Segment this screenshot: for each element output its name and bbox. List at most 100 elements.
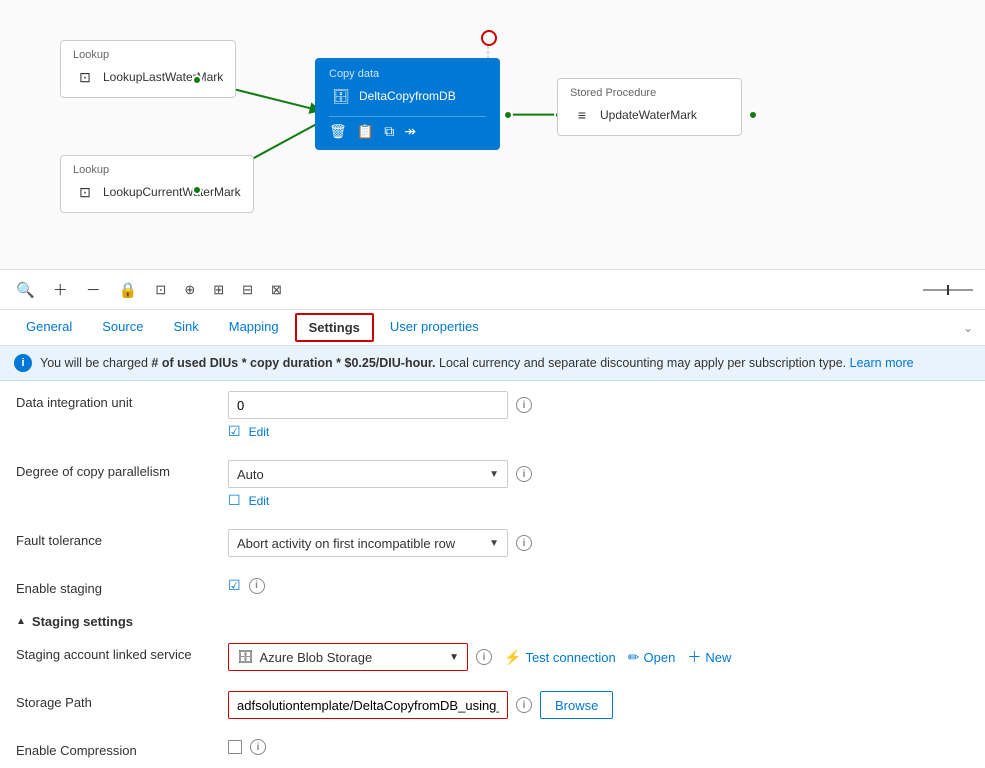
setting-row-diu: Data integration unit i ☑ Edit <box>16 381 969 450</box>
grid-icon[interactable]: ⊟ <box>238 280 257 300</box>
info-banner: i You will be charged # of used DIUs * c… <box>0 346 985 381</box>
node-connect-icon[interactable]: ↠ <box>404 123 416 140</box>
node-lookup1[interactable]: Lookup ⊡ LookupLastWaterMark <box>60 40 236 98</box>
node-copy-icon[interactable]: 📋 <box>357 123 374 140</box>
staging-ls-actions: ⚡ Test connection ✏ Open ＋ New <box>504 647 731 667</box>
fit-screen-icon[interactable]: ⊡ <box>151 280 170 300</box>
info-icon: i <box>14 354 32 372</box>
node-stored1-icon: ≡ <box>570 103 594 127</box>
enable-compression-control: i <box>228 739 969 755</box>
tab-mapping[interactable]: Mapping <box>215 311 293 344</box>
enable-compression-info-icon[interactable]: i <box>250 739 266 755</box>
staging-settings-header: ▲ Staging settings <box>16 606 969 633</box>
enable-staging-control: ☑ i <box>228 577 969 594</box>
open-label: Open <box>644 650 676 665</box>
settings-panel: Data integration unit i ☑ Edit Degree of… <box>0 381 985 768</box>
setting-row-enable-staging: Enable staging ☑ i <box>16 567 969 606</box>
parallelism-dropdown[interactable]: Auto ▼ Auto12481632 <box>228 460 508 488</box>
info-text: You will be charged # of used DIUs * cop… <box>40 356 914 370</box>
setting-row-parallelism: Degree of copy parallelism Auto ▼ Auto12… <box>16 450 969 519</box>
node-lookup2[interactable]: Lookup ⊡ LookupCurrentWaterMark <box>60 155 254 213</box>
conn-dot-stored-right <box>748 110 758 120</box>
tab-sink[interactable]: Sink <box>159 311 212 344</box>
node-delete-icon[interactable]: 🗑 <box>329 123 347 140</box>
node-lookup2-icon: ⊡ <box>73 180 97 204</box>
node-stored1-name: UpdateWaterMark <box>600 108 697 122</box>
enable-compression-checkbox[interactable] <box>228 740 242 754</box>
open-icon: ✏ <box>628 649 640 666</box>
search-icon[interactable]: 🔍 <box>12 279 39 301</box>
tab-settings[interactable]: Settings <box>295 313 374 342</box>
panel-collapse-icon[interactable]: ⌄ <box>963 321 973 335</box>
node-copy1-type: Copy data <box>329 68 486 80</box>
parallelism-label: Degree of copy parallelism <box>16 460 216 479</box>
test-connection-label: Test connection <box>525 650 615 665</box>
enable-staging-checkbox[interactable]: ☑ <box>228 577 241 594</box>
staging-ls-control: 🗄 Azure Blob Storage ▼ i ⚡ Test connecti… <box>228 643 969 671</box>
enable-staging-info-icon[interactable]: i <box>249 578 265 594</box>
node-lookup1-name: LookupLastWaterMark <box>103 70 223 84</box>
staging-ls-info-icon[interactable]: i <box>476 649 492 665</box>
node-lookup1-icon: ⊡ <box>73 65 97 89</box>
diu-edit-link[interactable]: Edit <box>249 425 270 439</box>
activity-tabs: General Source Sink Mapping Settings Use… <box>0 310 985 346</box>
staging-ls-label: Staging account linked service <box>16 643 216 662</box>
node-copy1-name: DeltaCopyfromDB <box>359 89 456 103</box>
staging-chevron-icon[interactable]: ▲ <box>16 616 26 627</box>
diu-input[interactable] <box>228 391 508 419</box>
fault-tolerance-control: Abort activity on first incompatible row… <box>228 529 969 557</box>
minimap-icon[interactable]: ⊠ <box>267 280 286 300</box>
test-connection-icon: ⚡ <box>504 649 521 666</box>
fault-tolerance-dropdown[interactable]: Abort activity on first incompatible row… <box>228 529 508 557</box>
new-button[interactable]: ＋ New <box>687 647 731 667</box>
conn-dot-copy-right <box>503 110 513 120</box>
fault-tolerance-info-icon[interactable]: i <box>516 535 532 551</box>
open-button[interactable]: ✏ Open <box>628 649 676 666</box>
enable-compression-label: Enable Compression <box>16 739 216 758</box>
lock-icon[interactable]: 🔒 <box>115 279 142 301</box>
staging-ls-value: Azure Blob Storage <box>260 650 373 665</box>
tab-source[interactable]: Source <box>88 311 157 344</box>
staging-ls-arrow-icon: ▼ <box>449 652 459 663</box>
conn-dot-lookup1 <box>192 75 202 85</box>
start-circle <box>481 30 497 46</box>
staging-ls-storage-icon: 🗄 <box>237 649 254 665</box>
setting-row-enable-compression: Enable Compression i <box>16 729 969 768</box>
canvas-toolbar: 🔍 ＋ － 🔒 ⊡ ⊕ ⊞ ⊟ ⊠ <box>0 270 985 310</box>
diu-control: i ☑ Edit <box>228 391 969 440</box>
test-connection-button[interactable]: ⚡ Test connection <box>504 649 616 666</box>
node-stored1-type: Stored Procedure <box>570 87 729 99</box>
setting-row-storage-path: Storage Path i Browse <box>16 681 969 729</box>
storage-path-info-icon[interactable]: i <box>516 697 532 713</box>
zoom-out-icon[interactable]: － <box>82 277 105 302</box>
storage-path-input[interactable] <box>228 691 508 719</box>
node-copy1[interactable]: Copy data 🗄 DeltaCopyfromDB 🗑 📋 ⧉ ↠ <box>315 58 500 150</box>
node-stored1[interactable]: Stored Procedure ≡ UpdateWaterMark <box>557 78 742 136</box>
fit-width-icon[interactable]: ⊕ <box>180 280 199 300</box>
tab-general[interactable]: General <box>12 311 86 344</box>
fault-tolerance-label: Fault tolerance <box>16 529 216 548</box>
diu-info-icon[interactable]: i <box>516 397 532 413</box>
node-lookup2-type: Lookup <box>73 164 241 176</box>
parallelism-edit-link[interactable]: Edit <box>249 494 270 508</box>
enable-staging-label: Enable staging <box>16 577 216 596</box>
staging-ls-dropdown[interactable]: 🗄 Azure Blob Storage ▼ <box>228 643 468 671</box>
parallelism-control: Auto ▼ Auto12481632 i ☐ Edit <box>228 460 969 509</box>
parallelism-info-icon[interactable]: i <box>516 466 532 482</box>
zoom-in-icon[interactable]: ＋ <box>49 277 72 302</box>
setting-row-staging-ls: Staging account linked service 🗄 Azure B… <box>16 633 969 681</box>
tab-user-properties[interactable]: User properties <box>376 311 493 344</box>
new-label: New <box>705 650 731 665</box>
storage-path-control: i Browse <box>228 691 969 719</box>
browse-button[interactable]: Browse <box>540 691 613 719</box>
setting-row-fault-tolerance: Fault tolerance Abort activity on first … <box>16 519 969 567</box>
layout-icon[interactable]: ⊞ <box>209 280 228 300</box>
learn-more-link[interactable]: Learn more <box>850 356 914 370</box>
conn-dot-lookup2 <box>192 185 202 195</box>
pipeline-canvas[interactable]: Lookup ⊡ LookupLastWaterMark Lookup ⊡ Lo… <box>0 0 985 270</box>
node-copy1-icon: 🗄 <box>329 84 353 108</box>
node-duplicate-icon[interactable]: ⧉ <box>384 123 394 140</box>
node-lookup2-name: LookupCurrentWaterMark <box>103 185 241 199</box>
staging-settings-label: Staging settings <box>32 614 133 629</box>
parallelism-edit-check: ☐ <box>228 492 241 509</box>
